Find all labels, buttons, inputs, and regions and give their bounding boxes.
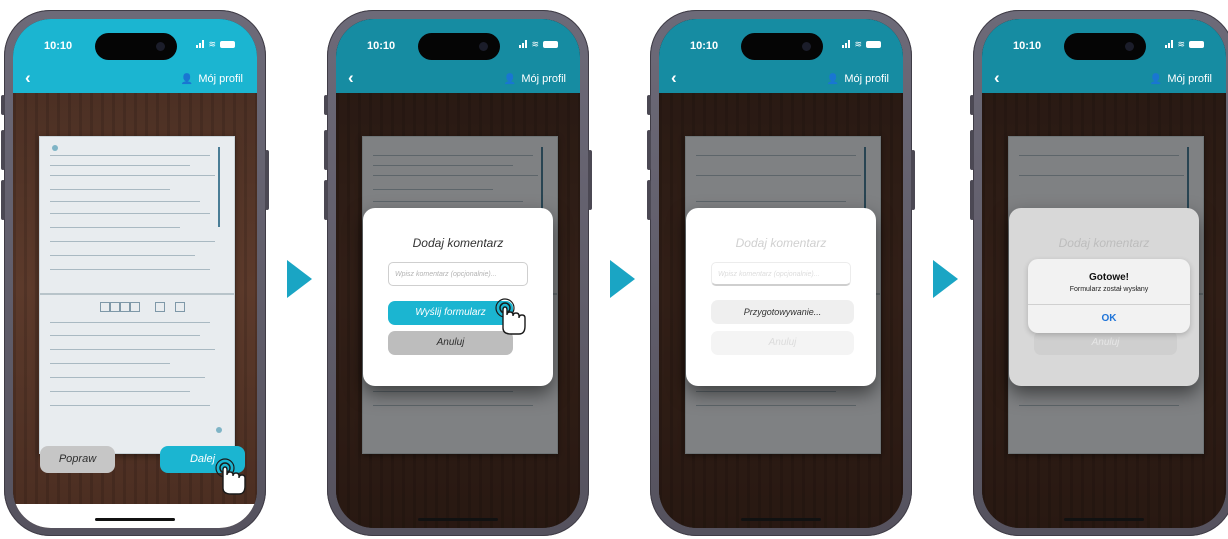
profile-link[interactable]: 👤 Mój profil [504, 73, 566, 85]
nav-bar: ‹ 👤 Mój profil [336, 63, 580, 93]
tap-gesture-icon [215, 458, 246, 495]
system-icons: ≋ [842, 39, 881, 49]
dynamic-island [95, 33, 177, 60]
app-screen: 10:10 ≋ ‹ 👤 Mój profil Dodaj komentarz W… [336, 19, 580, 528]
phone-mockup-4: 10:10 ≋ ‹ 👤 Mój profil Dodaj komentarz A… [970, 10, 1228, 536]
profile-label: Mój profil [198, 73, 243, 85]
dynamic-island [1064, 33, 1146, 60]
step-arrow-icon [287, 260, 312, 298]
profile-label: Mój profil [521, 73, 566, 85]
cancel-button: Anuluj [1034, 331, 1177, 355]
home-indicator [741, 518, 821, 521]
success-alert: Gotowe! Formularz został wysłany OK [1028, 259, 1190, 333]
signal-icon [196, 40, 205, 48]
popraw-button[interactable]: Popraw [40, 446, 115, 473]
tap-gesture-icon [495, 298, 526, 335]
wifi-icon: ≋ [854, 39, 862, 49]
comment-input: Wpisz komentarz (opcjonalnie)... [711, 262, 851, 286]
battery-icon [543, 40, 558, 48]
comment-dialog: Dodaj komentarz Wpisz komentarz (opcjona… [363, 208, 553, 386]
user-icon: 👤 [503, 73, 517, 85]
dialog-title: Dodaj komentarz [1058, 236, 1150, 250]
profile-link[interactable]: 👤 Mój profil [1150, 73, 1212, 85]
status-time: 10:10 [690, 40, 719, 52]
dynamic-island [418, 33, 500, 60]
profile-label: Mój profil [844, 73, 889, 85]
home-indicator [1064, 518, 1144, 521]
home-indicator [418, 518, 498, 521]
app-screen: 10:10 ≋ ‹ 👤 Mój profil Dodaj komentarz A… [982, 19, 1226, 528]
app-screen: 10:10 ≋ ‹ 👤 Mój profil Dodaj komentarz W… [659, 19, 903, 528]
user-icon: 👤 [826, 73, 840, 85]
system-icons: ≋ [1165, 39, 1204, 49]
preparing-button: Przygotowywanie... [711, 300, 854, 324]
user-icon: 👤 [180, 73, 194, 85]
nav-bar: ‹ 👤 Mój profil [659, 63, 903, 93]
profile-link[interactable]: 👤 Mój profil [827, 73, 889, 85]
step-arrow-icon [610, 260, 635, 298]
nav-bar: ‹ 👤 Mój profil [13, 63, 257, 93]
app-screen: 10:10 ≋ ‹ 👤 Mój profil Popraw Dalej [13, 19, 257, 528]
wifi-icon: ≋ [1177, 39, 1185, 49]
battery-icon [866, 40, 881, 48]
alert-divider [1028, 304, 1190, 305]
back-icon[interactable]: ‹ [671, 69, 677, 86]
system-icons: ≋ [196, 39, 235, 49]
wifi-icon: ≋ [208, 39, 216, 49]
system-icons: ≋ [519, 39, 558, 49]
signal-icon [842, 40, 851, 48]
status-time: 10:10 [44, 40, 73, 52]
alert-ok-button[interactable]: OK [1028, 313, 1190, 324]
phone-mockup-3: 10:10 ≋ ‹ 👤 Mój profil Dodaj komentarz W… [647, 10, 915, 536]
comment-input[interactable]: Wpisz komentarz (opcjonalnie)... [388, 262, 528, 286]
user-icon: 👤 [1149, 73, 1163, 85]
back-icon[interactable]: ‹ [25, 69, 31, 86]
profile-label: Mój profil [1167, 73, 1212, 85]
dynamic-island [741, 33, 823, 60]
profile-link[interactable]: 👤 Mój profil [181, 73, 243, 85]
cancel-button: Anuluj [711, 331, 854, 355]
status-time: 10:10 [1013, 40, 1042, 52]
battery-icon [1189, 40, 1204, 48]
alert-message: Formularz został wysłany [1069, 286, 1149, 293]
home-indicator [95, 518, 175, 521]
battery-icon [220, 40, 235, 48]
nav-bar: ‹ 👤 Mój profil [982, 63, 1226, 93]
dialog-title: Dodaj komentarz [412, 236, 504, 250]
phone-mockup-2: 10:10 ≋ ‹ 👤 Mój profil Dodaj komentarz W… [324, 10, 592, 536]
dialog-title: Dodaj komentarz [735, 236, 827, 250]
step-arrow-icon [933, 260, 958, 298]
phone-mockup-1: 10:10 ≋ ‹ 👤 Mój profil Popraw Dalej [1, 10, 269, 536]
comment-dialog: Dodaj komentarz Wpisz komentarz (opcjona… [686, 208, 876, 386]
form-document [39, 136, 235, 454]
back-icon[interactable]: ‹ [994, 69, 1000, 86]
signal-icon [1165, 40, 1174, 48]
wifi-icon: ≋ [531, 39, 539, 49]
signal-icon [519, 40, 528, 48]
status-time: 10:10 [367, 40, 396, 52]
alert-title: Gotowe! [1089, 272, 1129, 283]
back-icon[interactable]: ‹ [348, 69, 354, 86]
